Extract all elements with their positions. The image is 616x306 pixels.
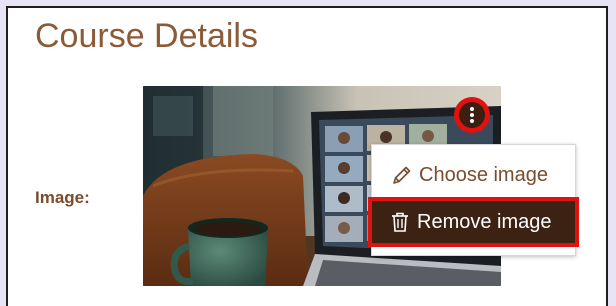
image-field-label: Image: <box>35 188 90 207</box>
choose-image-menu-item[interactable]: Choose image <box>372 153 575 197</box>
remove-image-menu-item[interactable]: Remove image <box>368 197 579 247</box>
trash-icon <box>388 210 412 234</box>
choose-image-label: Choose image <box>419 163 548 186</box>
section-title: Course Details <box>35 17 258 55</box>
image-options-button[interactable] <box>454 97 490 133</box>
kebab-icon <box>459 102 485 128</box>
image-options-menu: Choose image Remove image <box>368 144 579 256</box>
remove-image-label: Remove image <box>417 210 552 233</box>
pencil-icon <box>390 163 414 187</box>
